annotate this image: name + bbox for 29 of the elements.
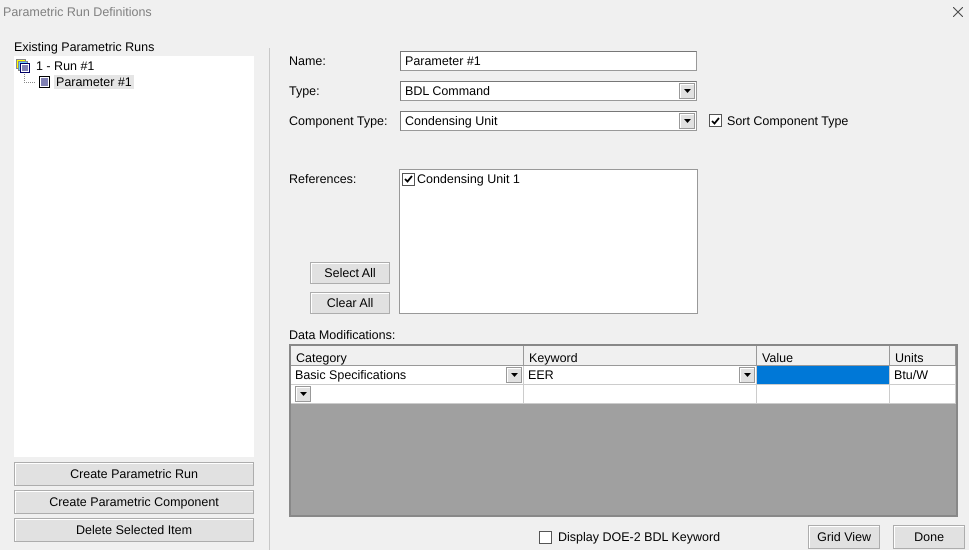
column-header: Keyword (524, 346, 757, 366)
section-label: Data Modifications: (289, 328, 396, 344)
field-label: Name: (289, 54, 327, 68)
column-header: Units (890, 346, 956, 366)
field-label: Component Type: (289, 114, 388, 128)
table-cell[interactable]: Basic Specifications (291, 366, 524, 385)
list-item[interactable]: Condensing Unit 1 (417, 172, 520, 186)
component-type-dropdown[interactable]: Condensing Unit (400, 110, 697, 130)
field-label: Type: (289, 84, 321, 98)
action-button[interactable]: Clear All (310, 292, 390, 314)
action-button[interactable]: Select All (310, 262, 390, 284)
type-dropdown[interactable]: BDL Command (400, 80, 697, 100)
panel-heading: Existing Parametric Runs (14, 40, 156, 56)
table-cell[interactable]: EER (524, 366, 757, 385)
checkbox-label: Display DOE-2 BDL Keyword (558, 530, 720, 544)
tree-item[interactable]: 1 - Run #1 (34, 59, 96, 73)
checkbox-label: Sort Component Type (727, 114, 848, 128)
window-title: Parametric Run Definitions (3, 5, 152, 19)
field-label: References: (289, 171, 358, 186)
tree-item[interactable]: Parameter #1 (54, 75, 134, 89)
table-cell: Btu/W (890, 366, 956, 385)
column-header: Category (291, 346, 524, 366)
action-button[interactable]: Done (893, 525, 966, 549)
column-header: Value (757, 346, 890, 366)
action-button[interactable]: Delete Selected Item (14, 518, 254, 542)
action-button[interactable]: Create Parametric Run (14, 462, 254, 486)
action-button[interactable]: Grid View (808, 525, 880, 549)
name-field[interactable]: Parameter #1 (400, 50, 697, 70)
action-button[interactable]: Create Parametric Component (14, 490, 254, 514)
